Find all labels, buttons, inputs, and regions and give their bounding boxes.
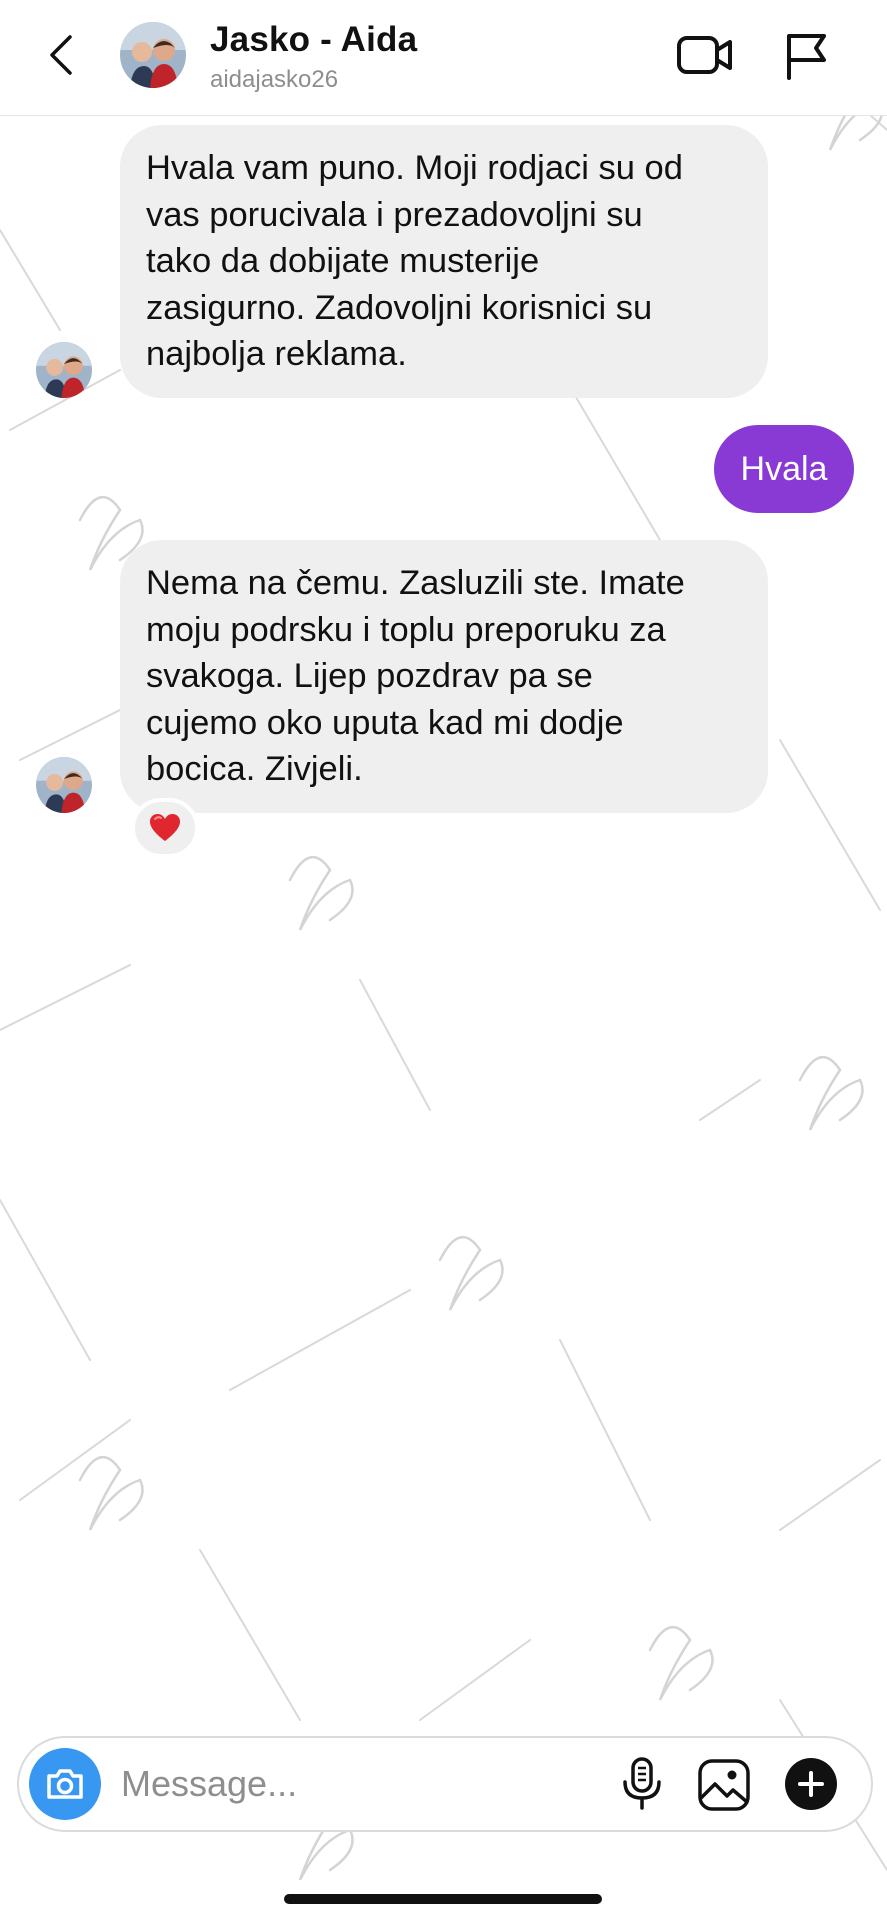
camera-icon: [47, 1769, 83, 1799]
incoming-message[interactable]: Hvala vam puno. Moji rodjaci su od vas p…: [120, 125, 768, 398]
contact-avatar[interactable]: [120, 22, 186, 88]
message-composer: [17, 1736, 873, 1832]
report-button[interactable]: [782, 30, 832, 82]
message-text: Hvala: [740, 450, 828, 488]
gallery-icon: [698, 1759, 750, 1811]
avatar-photo: [36, 342, 92, 398]
incoming-message[interactable]: Nema na čemu. Zasluzili ste. Imate moju …: [120, 540, 768, 813]
heart-icon: [150, 814, 180, 841]
back-icon: [50, 35, 72, 75]
message-input[interactable]: [119, 1756, 603, 1812]
video-call-icon: [677, 36, 732, 74]
heart-reaction[interactable]: [131, 798, 199, 858]
message-text: Nema na čemu. Zasluzili ste. Imate moju …: [146, 564, 685, 788]
sender-avatar[interactable]: [36, 342, 92, 398]
camera-button[interactable]: [29, 1748, 101, 1820]
avatar-photo: [120, 22, 186, 88]
video-call-button[interactable]: [676, 30, 734, 80]
contact-username: aidajasko26: [210, 66, 339, 93]
microphone-icon: [623, 1757, 661, 1810]
more-options-button[interactable]: [785, 1758, 837, 1810]
home-indicator[interactable]: [284, 1894, 602, 1904]
chat-header: Jasko - Aida aidajasko26: [0, 0, 887, 116]
back-button[interactable]: [40, 30, 80, 80]
avatar-photo: [36, 757, 92, 813]
flag-icon: [787, 34, 826, 80]
sender-avatar[interactable]: [36, 757, 92, 813]
gallery-button[interactable]: [697, 1758, 751, 1812]
plus-icon: [798, 1771, 824, 1797]
message-text: Hvala vam puno. Moji rodjaci su od vas p…: [146, 149, 683, 373]
outgoing-message[interactable]: Hvala: [714, 425, 854, 513]
contact-name[interactable]: Jasko - Aida: [210, 20, 417, 60]
voice-message-button[interactable]: [621, 1756, 663, 1812]
